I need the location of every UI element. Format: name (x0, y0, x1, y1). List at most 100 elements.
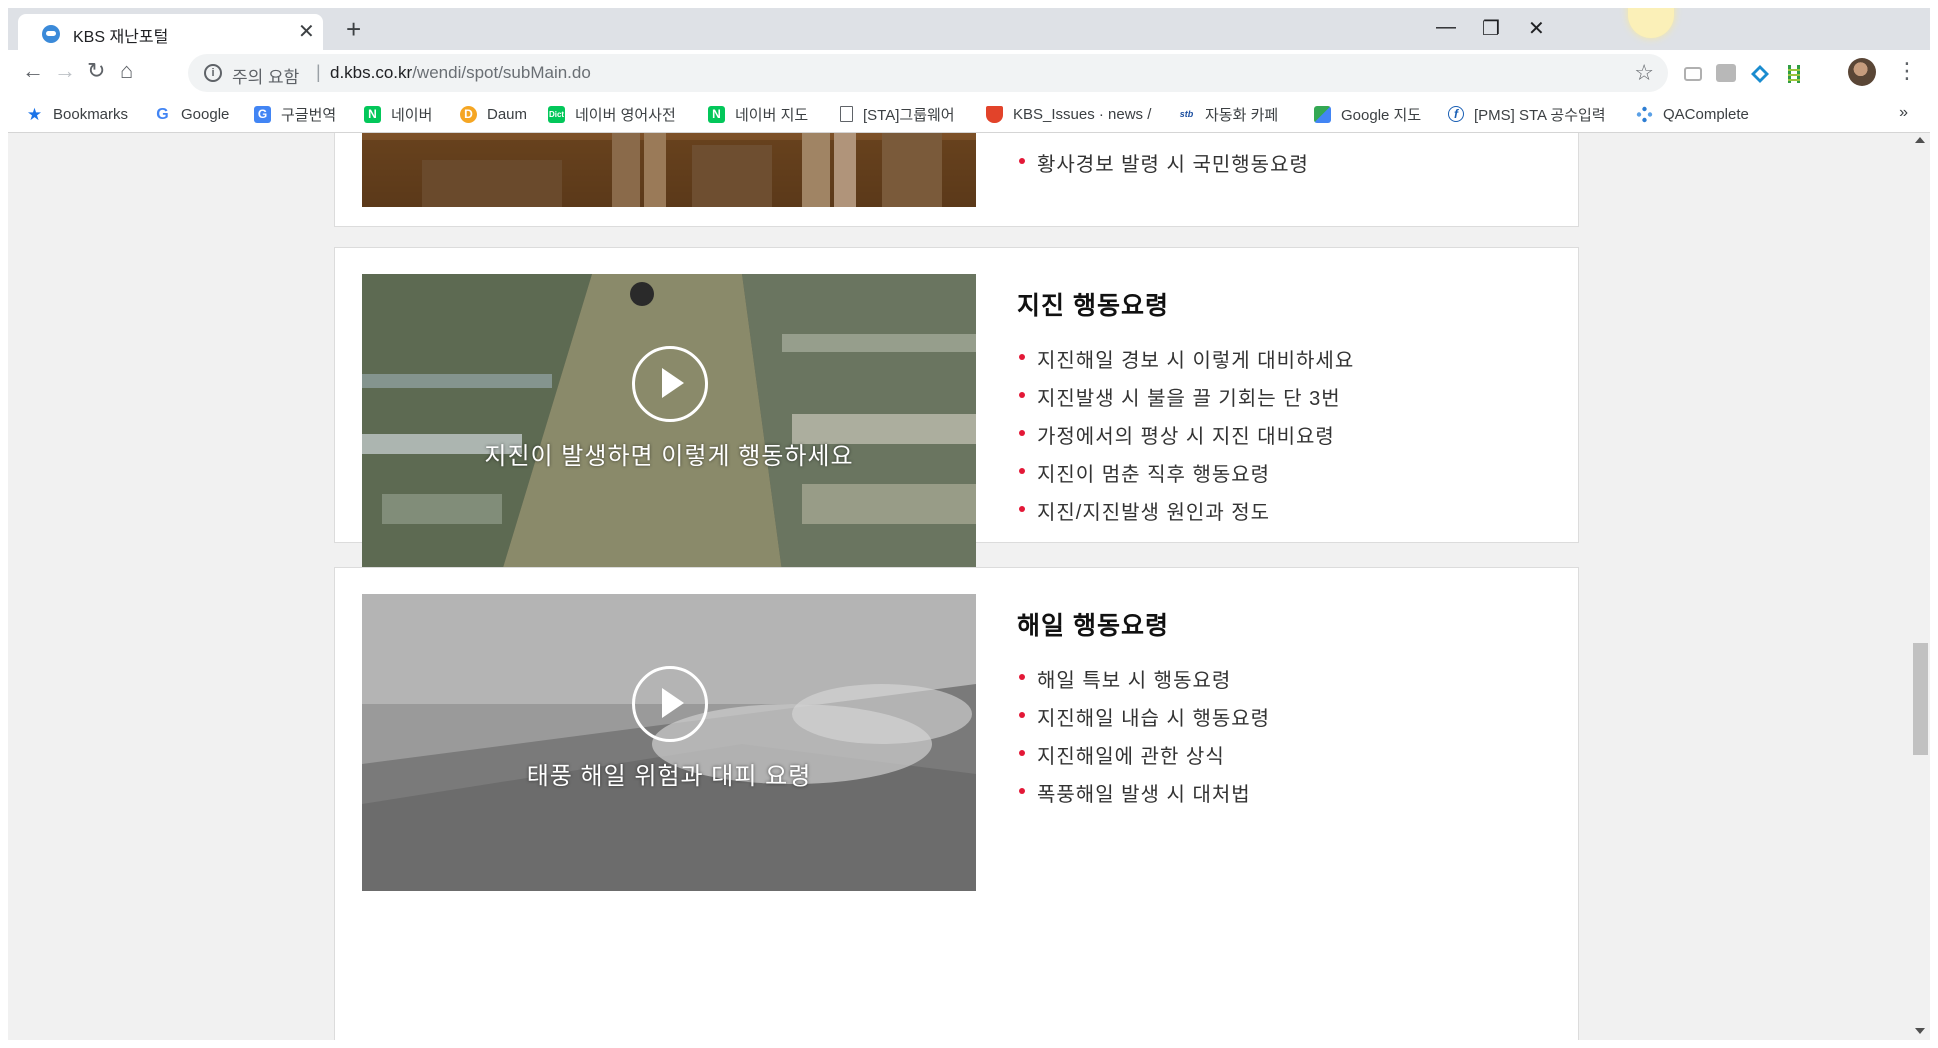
tab-strip: KBS 재난포털 ✕ + — ❐ ✕ (8, 8, 1930, 50)
video-caption: 태풍 해일 위험과 대피 요령 (526, 763, 812, 790)
section-title: 해일 행동요령 (1017, 612, 1169, 640)
list-item[interactable]: 지진해일에 관한 상식 (1017, 740, 1270, 778)
bookmark-automation-cafe[interactable]: stb 자동화 카페 (1178, 103, 1278, 125)
page-viewport: 황사경보 발령 시 국민행동요령 지진이 발생하면 이렇게 행동하세요 지진 행… (8, 133, 1910, 1040)
bookmark-label: [PMS] STA 공수입력 (1474, 106, 1606, 124)
tab-title: KBS 재난포털 (73, 29, 169, 46)
earthquake-video-thumbnail[interactable]: 지진이 발생하면 이렇게 행동하세요 (362, 274, 976, 571)
bookmark-naver-map[interactable]: N 네이버 지도 (708, 103, 808, 125)
decorative-sun-icon (1628, 8, 1674, 38)
city-skyline-image (362, 133, 976, 207)
new-tab-button[interactable]: + (346, 16, 361, 42)
info-icon[interactable]: i (204, 64, 222, 82)
naver-dict-icon: Dict (548, 105, 565, 123)
profile-avatar[interactable] (1848, 58, 1876, 86)
ladder-extension-icon[interactable] (1784, 64, 1804, 83)
forward-button[interactable]: → (54, 58, 76, 84)
stormy-breakwater-image (362, 594, 976, 891)
bookmarks-bar: ★ Bookmarks G Google G 구글번역 N 네이버 D Daum Dict… (8, 96, 1930, 133)
earthquake-card: 지진이 발생하면 이렇게 행동하세요 지진 행동요령 지진해일 경보 시 이렇게… (334, 247, 1579, 571)
bookmark-label: Bookmarks (53, 105, 129, 123)
list-item[interactable]: 가정에서의 평상 시 지진 대비요령 (1017, 420, 1354, 458)
google-maps-icon (1314, 105, 1331, 123)
list-item[interactable]: 지진해일 경보 시 이렇게 대비하세요 (1017, 344, 1354, 382)
bookmark-google[interactable]: G Google (154, 103, 229, 125)
list-item[interactable]: 지진해일 내습 시 행동요령 (1017, 702, 1270, 740)
tsunami-list: 해일 특보 시 행동요령 지진해일 내습 시 행동요령 지진해일에 관한 상식 … (1017, 664, 1270, 816)
gitlab-icon (986, 105, 1003, 123)
bookmark-label: 네이버 영어사전 (575, 106, 676, 124)
earthquake-list: 지진해일 경보 시 이렇게 대비하세요 지진발생 시 불을 끌 기회는 단 3번… (1017, 344, 1354, 534)
bookmarks-overflow-button[interactable]: » (1899, 104, 1908, 122)
back-button[interactable]: ← (22, 58, 44, 84)
bookmark-naver-dict[interactable]: Dict 네이버 영어사전 (548, 103, 676, 125)
bookmark-star-icon[interactable]: ☆ (1634, 60, 1654, 86)
kbs-favicon-icon (42, 25, 60, 43)
bookmark-label: 자동화 카페 (1205, 106, 1279, 124)
bookmark-qacomplete[interactable]: QAComplete (1636, 103, 1749, 125)
url-text[interactable]: d.kbs.co.kr/wendi/spot/subMain.do (330, 63, 591, 83)
bookmark-bookmarks[interactable]: ★ Bookmarks (26, 103, 128, 125)
list-item[interactable]: 황사경보 발령 시 국민행동요령 (1017, 148, 1309, 186)
daum-icon: D (460, 105, 477, 123)
yellow-dust-card: 황사경보 발령 시 국민행동요령 (334, 133, 1579, 227)
address-bar[interactable]: i 주의 요함 | d.kbs.co.kr/wendi/spot/subMain… (188, 54, 1668, 92)
home-button[interactable]: ⌂ (120, 58, 133, 84)
bookmark-label: 네이버 (391, 106, 433, 124)
bookmark-sta-groupware[interactable]: [STA]그룹웨어 (840, 103, 955, 125)
yellow-dust-list: 황사경보 발령 시 국민행동요령 (1017, 148, 1309, 186)
bookmark-label: KBS_Issues · news / (1013, 105, 1152, 123)
bookmark-daum[interactable]: D Daum (460, 103, 527, 125)
tsunami-video-thumbnail[interactable]: 태풍 해일 위험과 대피 요령 (362, 594, 976, 891)
list-item[interactable]: 해일 특보 시 행동요령 (1017, 664, 1270, 702)
list-item[interactable]: 지진/지진발생 원인과 정도 (1017, 496, 1354, 534)
bookmark-pms[interactable]: f [PMS] STA 공수입력 (1448, 103, 1606, 125)
naver-icon: N (364, 105, 381, 123)
restore-button[interactable]: ❐ (1482, 16, 1500, 41)
list-item[interactable]: 지진이 멈춘 직후 행동요령 (1017, 458, 1354, 496)
translate-icon: G (254, 105, 271, 123)
scroll-down-icon[interactable] (1915, 1028, 1925, 1034)
reload-button[interactable]: ↻ (87, 58, 105, 84)
video-caption: 지진이 발생하면 이렇게 행동하세요 (484, 443, 854, 470)
scroll-up-icon[interactable] (1915, 137, 1925, 143)
browser-toolbar: ← → ↻ ⌂ i 주의 요함 | d.kbs.co.kr/wendi/spot… (8, 50, 1930, 96)
google-icon: G (156, 105, 169, 123)
bookmark-google-maps[interactable]: Google 지도 (1314, 103, 1421, 125)
bookmark-label: Daum (487, 105, 528, 123)
url-host: d.kbs.co.kr (330, 63, 413, 82)
list-item[interactable]: 폭풍해일 발생 시 대처법 (1017, 778, 1270, 816)
cast-extension-icon[interactable] (1684, 67, 1702, 81)
scrollbar-thumb[interactable] (1913, 643, 1928, 755)
bookmark-kbs-issues[interactable]: KBS_Issues · news / (986, 103, 1151, 125)
security-label: 주의 요함 (232, 68, 300, 87)
store-shelves-image (362, 274, 976, 571)
bookmark-label: [STA]그룹웨어 (863, 106, 955, 124)
list-item[interactable]: 지진발생 시 불을 끌 기회는 단 3번 (1017, 382, 1354, 420)
star-icon: ★ (26, 104, 43, 124)
close-window-button[interactable]: ✕ (1528, 16, 1545, 41)
qacomplete-icon (1636, 106, 1653, 123)
browser-menu-icon[interactable]: ⋮ (1896, 58, 1918, 84)
cafe-icon: stb (1179, 108, 1194, 119)
yellow-dust-video-thumbnail[interactable] (362, 133, 976, 207)
address-separator: | (316, 62, 321, 82)
ex-extension-icon[interactable] (1716, 64, 1736, 82)
tab-close-icon[interactable]: ✕ (298, 19, 315, 44)
play-icon[interactable] (632, 346, 708, 422)
bookmark-label: 구글번역 (281, 106, 337, 124)
minimize-button[interactable]: — (1436, 16, 1456, 39)
page-icon (840, 106, 853, 122)
naver-map-icon: N (708, 105, 725, 123)
play-icon[interactable] (632, 666, 708, 742)
pms-icon: f (1448, 106, 1464, 122)
kite-extension-icon[interactable] (1750, 64, 1770, 83)
bookmark-naver[interactable]: N 네이버 (364, 103, 432, 125)
browser-tab[interactable]: KBS 재난포털 ✕ (18, 14, 323, 50)
bookmark-label: 네이버 지도 (735, 106, 809, 124)
page-scrollbar[interactable] (1910, 133, 1930, 1040)
tsunami-card: 태풍 해일 위험과 대피 요령 해일 행동요령 해일 특보 시 행동요령 지진해… (334, 567, 1579, 1040)
browser-window: KBS 재난포털 ✕ + — ❐ ✕ ← → ↻ ⌂ i 주의 요함 | d.k… (8, 8, 1930, 1040)
bookmark-label: QAComplete (1663, 105, 1749, 123)
bookmark-translate[interactable]: G 구글번역 (254, 103, 336, 125)
